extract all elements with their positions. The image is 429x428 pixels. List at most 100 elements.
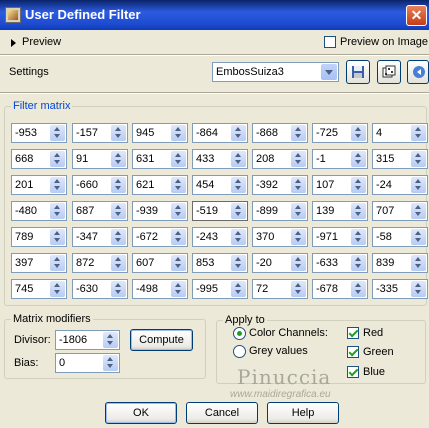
matrix-cell-input[interactable]: -725 [312, 123, 368, 143]
red-checkbox[interactable] [347, 327, 359, 339]
spin-arrows-icon[interactable] [50, 177, 65, 193]
reset-button[interactable] [377, 60, 401, 84]
matrix-cell-input[interactable]: -939 [132, 201, 188, 221]
spin-arrows-icon[interactable] [411, 255, 426, 271]
spin-arrows-icon[interactable] [411, 151, 426, 167]
matrix-cell-input[interactable]: 707 [372, 201, 428, 221]
matrix-cell-input[interactable]: 872 [72, 253, 128, 273]
help-button[interactable]: Help [267, 402, 339, 424]
matrix-cell-input[interactable]: 433 [192, 149, 248, 169]
matrix-cell-input[interactable]: -672 [132, 227, 188, 247]
spin-arrows-icon[interactable] [111, 203, 126, 219]
color-channels-radio[interactable] [233, 327, 246, 340]
spin-arrows-icon[interactable] [291, 203, 306, 219]
matrix-cell-input[interactable]: -633 [312, 253, 368, 273]
spin-arrows-icon[interactable] [291, 255, 306, 271]
blue-checkbox[interactable] [347, 366, 359, 378]
matrix-cell-input[interactable]: 789 [11, 227, 67, 247]
spin-arrows-icon[interactable] [111, 255, 126, 271]
spin-arrows-icon[interactable] [50, 281, 65, 297]
preview-toggle[interactable]: Preview [22, 36, 61, 48]
matrix-cell-input[interactable]: 397 [11, 253, 67, 273]
matrix-cell-input[interactable]: 370 [252, 227, 308, 247]
matrix-cell-input[interactable]: 208 [252, 149, 308, 169]
spin-arrows-icon[interactable] [411, 281, 426, 297]
matrix-cell-input[interactable]: -899 [252, 201, 308, 221]
matrix-cell-input[interactable]: 945 [132, 123, 188, 143]
spin-arrows-icon[interactable] [411, 203, 426, 219]
matrix-cell-input[interactable]: 201 [11, 175, 67, 195]
matrix-cell-input[interactable]: -660 [72, 175, 128, 195]
divisor-spin-arrows[interactable] [103, 332, 118, 348]
close-button[interactable]: ✕ [406, 5, 427, 26]
bias-spinner[interactable]: 0 [55, 353, 120, 373]
spin-arrows-icon[interactable] [171, 203, 186, 219]
spin-arrows-icon[interactable] [50, 151, 65, 167]
spin-arrows-icon[interactable] [291, 177, 306, 193]
matrix-cell-input[interactable]: -498 [132, 279, 188, 299]
matrix-cell-input[interactable]: -58 [372, 227, 428, 247]
matrix-cell-input[interactable]: 631 [132, 149, 188, 169]
spin-arrows-icon[interactable] [411, 229, 426, 245]
spin-arrows-icon[interactable] [231, 229, 246, 245]
spin-arrows-icon[interactable] [351, 125, 366, 141]
matrix-cell-input[interactable]: -243 [192, 227, 248, 247]
matrix-cell-input[interactable]: -392 [252, 175, 308, 195]
matrix-cell-input[interactable]: 621 [132, 175, 188, 195]
spin-arrows-icon[interactable] [171, 151, 186, 167]
matrix-cell-input[interactable]: -519 [192, 201, 248, 221]
spin-arrows-icon[interactable] [171, 229, 186, 245]
matrix-cell-input[interactable]: -678 [312, 279, 368, 299]
spin-arrows-icon[interactable] [231, 203, 246, 219]
spin-arrows-icon[interactable] [351, 229, 366, 245]
cancel-button[interactable]: Cancel [186, 402, 258, 424]
spin-arrows-icon[interactable] [50, 203, 65, 219]
matrix-cell-input[interactable]: -630 [72, 279, 128, 299]
matrix-cell-input[interactable]: 91 [72, 149, 128, 169]
matrix-cell-input[interactable]: 745 [11, 279, 67, 299]
matrix-cell-input[interactable]: 4 [372, 123, 428, 143]
matrix-cell-input[interactable]: -347 [72, 227, 128, 247]
spin-arrows-icon[interactable] [231, 177, 246, 193]
matrix-cell-input[interactable]: 107 [312, 175, 368, 195]
spin-arrows-icon[interactable] [111, 229, 126, 245]
spin-arrows-icon[interactable] [171, 125, 186, 141]
matrix-cell-input[interactable]: -971 [312, 227, 368, 247]
spin-arrows-icon[interactable] [111, 281, 126, 297]
spin-arrows-icon[interactable] [231, 281, 246, 297]
matrix-cell-input[interactable]: -953 [11, 123, 67, 143]
spin-arrows-icon[interactable] [171, 255, 186, 271]
matrix-cell-input[interactable]: 454 [192, 175, 248, 195]
save-preset-button[interactable] [346, 60, 370, 84]
spin-arrows-icon[interactable] [111, 125, 126, 141]
spin-arrows-icon[interactable] [231, 151, 246, 167]
spin-arrows-icon[interactable] [351, 177, 366, 193]
settings-dropdown[interactable]: EmbosSuiza3 [212, 62, 339, 82]
ok-button[interactable]: OK [105, 402, 177, 424]
matrix-cell-input[interactable]: 139 [312, 201, 368, 221]
matrix-cell-input[interactable]: 687 [72, 201, 128, 221]
spin-arrows-icon[interactable] [50, 125, 65, 141]
spin-arrows-icon[interactable] [291, 125, 306, 141]
spin-arrows-icon[interactable] [231, 125, 246, 141]
matrix-cell-input[interactable]: -480 [11, 201, 67, 221]
matrix-cell-input[interactable]: -20 [252, 253, 308, 273]
spin-arrows-icon[interactable] [351, 203, 366, 219]
green-checkbox[interactable] [347, 346, 359, 358]
matrix-cell-input[interactable]: 607 [132, 253, 188, 273]
spin-arrows-icon[interactable] [50, 229, 65, 245]
matrix-cell-input[interactable]: -868 [252, 123, 308, 143]
spin-arrows-icon[interactable] [50, 255, 65, 271]
spin-arrows-icon[interactable] [411, 125, 426, 141]
spin-arrows-icon[interactable] [111, 177, 126, 193]
spin-arrows-icon[interactable] [291, 151, 306, 167]
spin-arrows-icon[interactable] [351, 151, 366, 167]
matrix-cell-input[interactable]: -864 [192, 123, 248, 143]
more-options-button[interactable] [407, 60, 429, 84]
spin-arrows-icon[interactable] [171, 177, 186, 193]
spin-arrows-icon[interactable] [171, 281, 186, 297]
matrix-cell-input[interactable]: -995 [192, 279, 248, 299]
matrix-cell-input[interactable]: -24 [372, 175, 428, 195]
matrix-cell-input[interactable]: 72 [252, 279, 308, 299]
spin-arrows-icon[interactable] [291, 281, 306, 297]
